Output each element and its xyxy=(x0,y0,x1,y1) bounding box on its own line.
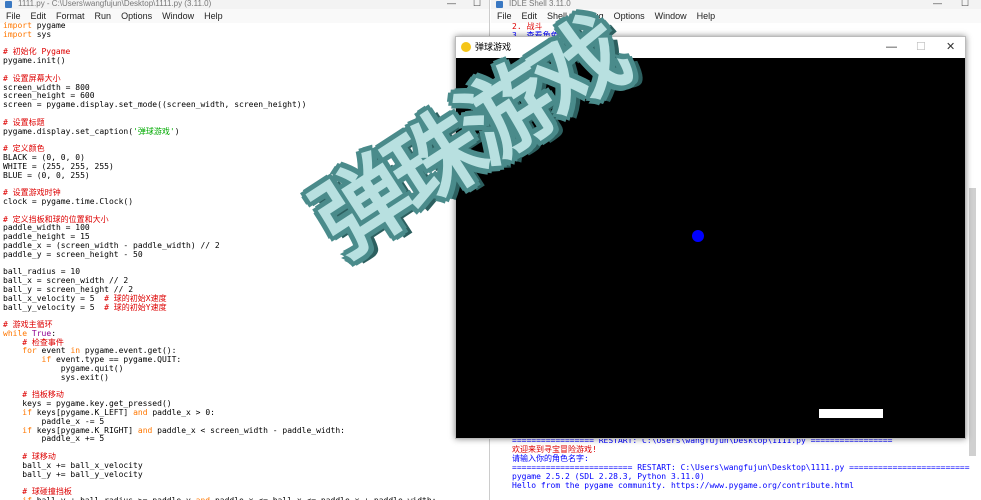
shell-line: Hello from the pygame community. https:/… xyxy=(512,481,854,490)
shell-line: pygame 2.5.2 (SDL 2.28.3, Python 3.11.0) xyxy=(512,472,705,481)
python-icon xyxy=(5,1,12,8)
menu-item-help[interactable]: Help xyxy=(204,9,223,23)
code-line: import pygame xyxy=(3,21,66,30)
minimize-icon[interactable]: — xyxy=(886,37,897,58)
maximize-icon[interactable]: ☐ xyxy=(961,0,969,8)
menu-item-options[interactable]: Options xyxy=(614,9,645,23)
code-line: while True: xyxy=(3,328,57,338)
shell-output-bottom: ================= RESTART: C:\Users\wang… xyxy=(512,436,970,490)
menu-item-run[interactable]: Run xyxy=(95,9,112,23)
minimize-icon[interactable]: — xyxy=(447,0,456,8)
editor-titlebar[interactable]: 1111.py - C:\Users\wangfujun\Desktop\111… xyxy=(0,0,489,9)
shell-line: ========================= RESTART: C:\Us… xyxy=(512,463,970,472)
ball xyxy=(692,230,704,242)
menu-item-window[interactable]: Window xyxy=(162,9,194,23)
close-icon[interactable]: ✕ xyxy=(946,37,955,58)
minimize-icon[interactable]: — xyxy=(933,0,942,8)
shell-line: 欢迎来到寻宝冒险游戏! xyxy=(512,445,597,454)
editor-menubar: File Edit Format Run Options Window Help xyxy=(0,9,489,23)
code-line: ball_y_velocity = 5 # 球的初始Y速度 xyxy=(3,302,167,312)
menu-item-file[interactable]: File xyxy=(497,9,512,23)
paddle xyxy=(819,409,883,418)
editor-title: 1111.py - C:\Users\wangfujun\Desktop\111… xyxy=(18,0,212,8)
code-line: screen = pygame.display.set_mode((screen… xyxy=(3,100,307,110)
python-icon xyxy=(496,1,503,8)
shell-scrollbar[interactable] xyxy=(969,188,976,456)
code-line: import sys xyxy=(3,29,52,39)
code-line: ball_y += ball_y_velocity xyxy=(3,469,143,479)
shell-line: 请输入你的角色名字: xyxy=(512,454,589,463)
code-line: paddle_x += 5 xyxy=(3,434,105,444)
menu-item-help[interactable]: Help xyxy=(697,9,716,23)
menu-item-window[interactable]: Window xyxy=(655,9,687,23)
menu-item-options[interactable]: Options xyxy=(121,9,152,23)
code-line: sys.exit() xyxy=(3,372,109,382)
maximize-icon[interactable]: ☐ xyxy=(473,0,481,8)
code-line: pygame.init() xyxy=(3,56,66,66)
editor-window: 1111.py - C:\Users\wangfujun\Desktop\111… xyxy=(0,0,490,500)
code-line: # 游戏主循环 xyxy=(3,320,53,330)
code-line: # 初始化 Pygame xyxy=(3,47,71,57)
maximize-icon[interactable]: ☐ xyxy=(916,37,926,58)
